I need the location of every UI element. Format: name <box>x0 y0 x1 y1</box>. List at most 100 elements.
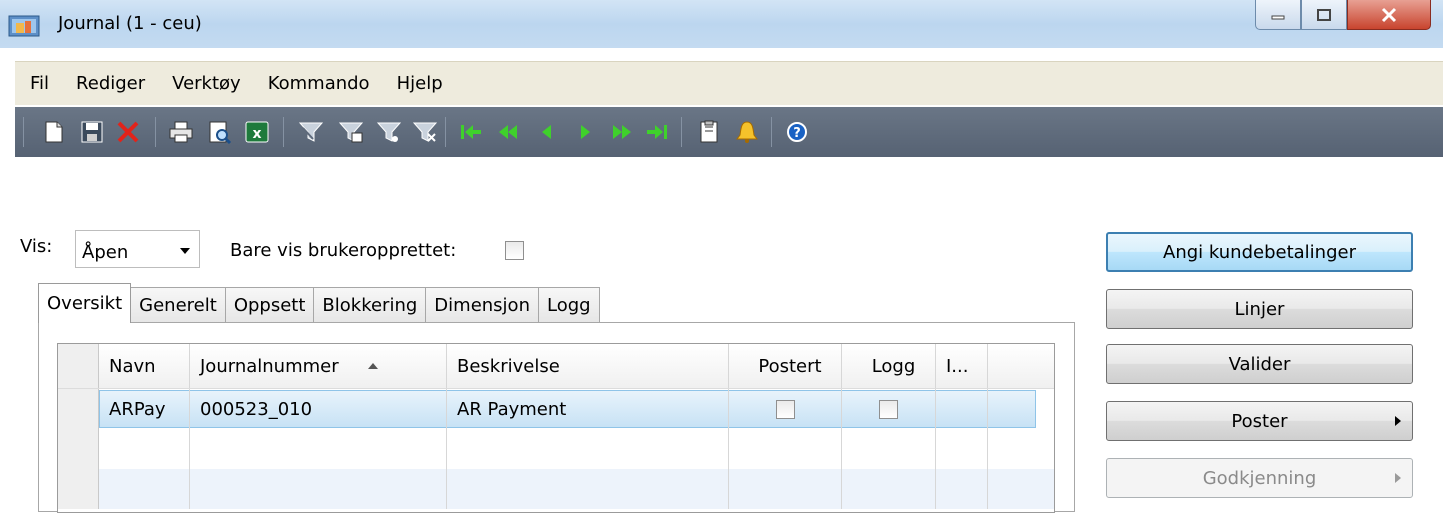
close-button[interactable] <box>1347 0 1431 30</box>
help-icon[interactable]: ? <box>783 119 811 145</box>
journal-grid: Navn Journalnummer Beskrivelse Postert L… <box>57 343 1055 513</box>
filter-by-grid-icon[interactable] <box>337 119 365 145</box>
table-row <box>58 469 1054 509</box>
svg-text:x: x <box>252 126 261 142</box>
remove-filter-icon[interactable] <box>411 119 439 145</box>
column-header-beskrivelse[interactable]: Beskrivelse <box>447 344 729 388</box>
cell-postert[interactable] <box>729 389 842 429</box>
empty-cell <box>988 429 1054 469</box>
tab-blokkering[interactable]: Blokkering <box>313 287 427 323</box>
godkjenning-button-label: Godkjenning <box>1202 467 1317 489</box>
empty-cell <box>988 469 1054 509</box>
tab-generelt[interactable]: Generelt <box>130 287 226 323</box>
minimize-button[interactable] <box>1255 0 1301 30</box>
next-page-icon[interactable] <box>607 119 635 145</box>
new-icon[interactable] <box>40 119 68 145</box>
toolbar-separator <box>681 117 682 147</box>
grid-header: Navn Journalnummer Beskrivelse Postert L… <box>58 344 1054 389</box>
bare-vis-checkbox[interactable] <box>505 241 524 260</box>
menu-fil[interactable]: Fil <box>30 73 49 94</box>
toolbar-separator <box>155 117 156 147</box>
document-handling-icon[interactable] <box>695 119 723 145</box>
table-row[interactable]: ARPay 000523_010 AR Payment <box>58 389 1054 429</box>
cell-journalnummer[interactable]: 000523_010 <box>190 389 447 429</box>
godkjenning-button[interactable]: Godkjenning <box>1106 458 1413 498</box>
toolbar-separator <box>283 117 284 147</box>
svg-text:?: ? <box>793 126 801 141</box>
advanced-filter-icon[interactable] <box>375 119 403 145</box>
sort-ascending-icon <box>367 363 378 369</box>
menu-rediger[interactable]: Rediger <box>76 73 145 94</box>
cell-navn[interactable]: ARPay <box>99 389 190 429</box>
chevron-right-icon <box>1395 416 1401 426</box>
menu-verktoy[interactable]: Verktøy <box>172 73 241 94</box>
table-row <box>58 429 1054 469</box>
excel-icon[interactable]: x <box>243 119 271 145</box>
menu-bar: Fil Rediger Verktøy Kommando Hjelp <box>15 61 1443 105</box>
chevron-right-icon <box>1395 473 1401 483</box>
menu-kommando[interactable]: Kommando <box>268 73 370 94</box>
column-header-navn[interactable]: Navn <box>99 344 190 388</box>
column-header-journalnummer[interactable]: Journalnummer <box>190 344 447 388</box>
toolbar: x ? <box>15 107 1443 157</box>
angi-kundebetalinger-button[interactable]: Angi kundebetalinger <box>1106 232 1413 272</box>
delete-icon[interactable] <box>114 119 142 145</box>
column-header-filler <box>988 344 1054 388</box>
column-header-logg[interactable]: Logg <box>842 344 936 388</box>
column-header-postert[interactable]: Postert <box>729 344 842 388</box>
empty-cell <box>842 429 936 469</box>
vis-dropdown[interactable]: Åpen <box>75 230 200 268</box>
tab-oversikt[interactable]: Oversikt <box>38 283 132 323</box>
app-icon <box>8 14 44 38</box>
cell-beskrivelse[interactable]: AR Payment <box>447 389 729 429</box>
maximize-button[interactable] <box>1301 0 1347 30</box>
toolbar-separator <box>771 117 772 147</box>
tab-strip: Oversikt Generelt Oppsett Blokkering Dim… <box>38 283 600 323</box>
tab-dimensjon[interactable]: Dimensjon <box>425 287 539 323</box>
toolbar-separator <box>445 117 446 147</box>
empty-cell <box>190 469 447 509</box>
row-selector[interactable] <box>58 469 99 509</box>
chevron-down-icon <box>180 248 190 254</box>
previous-page-icon[interactable] <box>495 119 523 145</box>
bare-vis-label: Bare vis brukeropprettet: <box>230 240 457 261</box>
poster-button[interactable]: Poster <box>1106 401 1413 441</box>
tab-logg[interactable]: Logg <box>537 287 600 323</box>
row-selector[interactable] <box>58 389 99 429</box>
cell-i[interactable] <box>936 389 988 429</box>
empty-cell <box>447 429 729 469</box>
print-icon[interactable] <box>167 119 195 145</box>
empty-cell <box>936 429 988 469</box>
vis-dropdown-value: Åpen <box>82 242 129 263</box>
vis-label: Vis: <box>20 236 53 257</box>
empty-cell <box>729 429 842 469</box>
title-bar: Journal (1 - ceu) <box>0 0 1443 48</box>
column-header-i[interactable]: I... <box>936 344 988 388</box>
logg-checkbox[interactable] <box>879 399 898 419</box>
postert-checkbox[interactable] <box>775 399 795 419</box>
row-selector[interactable] <box>58 429 99 469</box>
toolbar-separator <box>23 117 24 147</box>
menu-hjelp[interactable]: Hjelp <box>397 73 443 94</box>
empty-cell <box>936 469 988 509</box>
empty-cell <box>447 469 729 509</box>
next-record-icon[interactable] <box>571 119 599 145</box>
cell-logg[interactable] <box>842 389 936 429</box>
window-title: Journal (1 - ceu) <box>58 13 202 34</box>
empty-cell <box>729 469 842 509</box>
previous-record-icon[interactable] <box>533 119 561 145</box>
empty-cell <box>99 469 190 509</box>
filter-by-selection-icon[interactable] <box>297 119 325 145</box>
cell-filler <box>988 389 1054 429</box>
linjer-button[interactable]: Linjer <box>1106 289 1413 329</box>
alert-icon[interactable] <box>733 119 761 145</box>
last-record-icon[interactable] <box>643 119 671 145</box>
row-header-corner <box>58 344 99 388</box>
first-record-icon[interactable] <box>457 119 485 145</box>
valider-button[interactable]: Valider <box>1106 344 1413 384</box>
tab-oppsett[interactable]: Oppsett <box>224 287 315 323</box>
poster-button-label: Poster <box>1231 410 1288 432</box>
print-preview-icon[interactable] <box>205 119 233 145</box>
empty-cell <box>190 429 447 469</box>
save-icon[interactable] <box>78 119 106 145</box>
